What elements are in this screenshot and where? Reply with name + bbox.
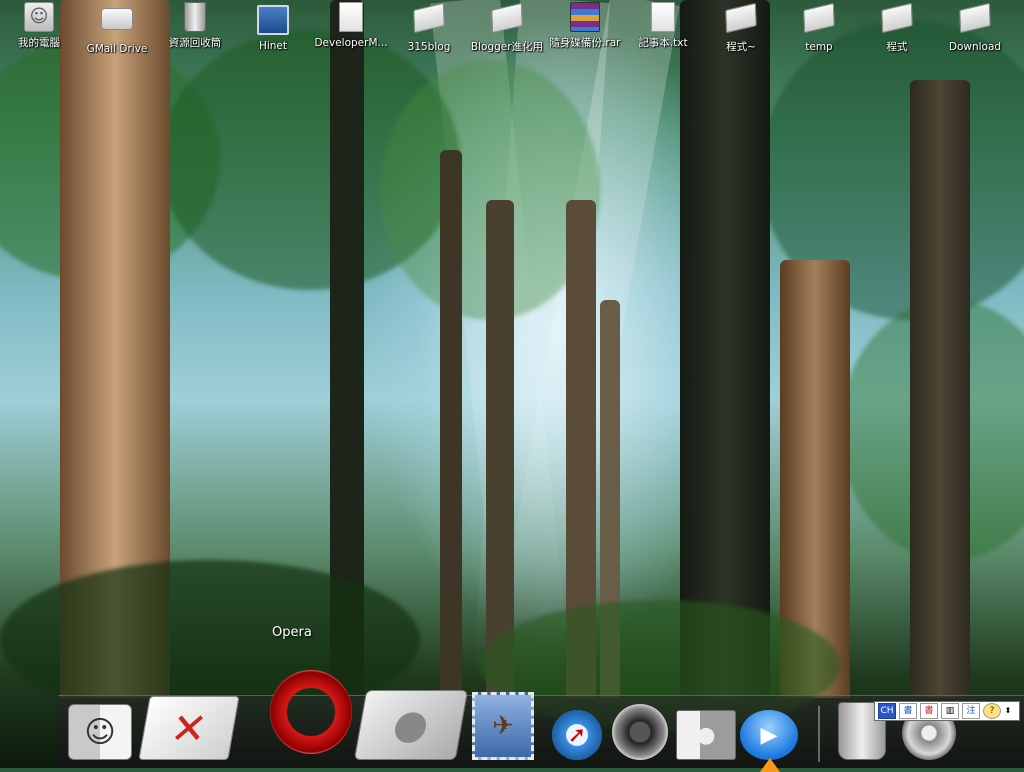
dock-item-finder[interactable]: ☺: [68, 704, 132, 760]
switch-icon: ●: [696, 722, 716, 748]
dock-item-safari[interactable]: ➚: [552, 710, 602, 760]
desktop-icon-programs[interactable]: 程式: [858, 2, 936, 53]
desktop-icon-my-computer[interactable]: ☺ 我的電腦: [0, 2, 78, 49]
desktop-icon-label: 315blog: [407, 41, 451, 53]
desktop-icon-developer[interactable]: DeveloperM...: [312, 2, 390, 49]
text-file-icon: [647, 2, 679, 34]
folder-icon: [803, 2, 835, 38]
ichat-video-icon: ▶: [760, 722, 778, 748]
script-editor-icon: ✕: [167, 703, 211, 753]
winrar-archive-icon: [569, 2, 601, 34]
dock-item-mail[interactable]: ✈: [472, 692, 534, 760]
ime-mode-button[interactable]: 書: [899, 703, 917, 719]
dock-item-opera[interactable]: [270, 670, 352, 754]
desktop-icon-label: 我的電腦: [18, 37, 60, 49]
desktop-icon-hinet[interactable]: Hinet: [234, 2, 312, 52]
desktop-icon-label: 程式: [886, 41, 908, 53]
network-icon: [257, 5, 289, 37]
desktop-icon-download[interactable]: Download: [936, 2, 1014, 53]
desktop-icon-usb-backup-rar[interactable]: 隨身碟備份.rar: [546, 2, 624, 49]
folder-icon: [725, 2, 757, 38]
desktop-icon-label: GMail Drive: [86, 43, 148, 55]
desktop-icon-programs-tilde[interactable]: 程式~: [702, 2, 780, 53]
mail-stamp-icon: ✈: [492, 711, 514, 741]
desktop-icon-gmail-drive[interactable]: GMail Drive: [78, 2, 156, 55]
desktop-icon-recycle-bin[interactable]: 資源回收筒: [156, 2, 234, 49]
finder-icon: ☺: [84, 714, 116, 750]
dock-item-apple-folder[interactable]: ●: [353, 690, 469, 760]
drive-icon: [101, 8, 133, 40]
apple-folder-icon: ●: [389, 702, 433, 748]
ime-pad-icon[interactable]: ▥: [941, 703, 959, 719]
desktop-icon-label: Blogger進化用: [470, 41, 544, 53]
dock-item-boot-camp[interactable]: ●: [676, 710, 736, 760]
desktop-icon-blogger[interactable]: Blogger進化用: [468, 2, 546, 53]
dock-separator: [818, 706, 820, 762]
folder-icon: [959, 2, 991, 38]
desktop-icon-315blog[interactable]: 315blog: [390, 2, 468, 53]
document-icon: [335, 2, 367, 34]
dock-hover-label: Opera: [272, 625, 312, 640]
ime-language-bar: CH 書 書 ▥ 注 ? ⬍: [874, 701, 1020, 721]
my-computer-icon: ☺: [23, 2, 55, 34]
dock-item-speaker[interactable]: [612, 704, 668, 760]
desktop-icon-label: 記事本.txt: [638, 37, 688, 49]
ime-phonetic-button[interactable]: 注: [962, 703, 980, 719]
desktop-icon-label: DeveloperM...: [314, 37, 388, 49]
dock-item-script-editor[interactable]: ✕: [138, 696, 240, 760]
ime-input-button[interactable]: 書: [920, 703, 938, 719]
desktop-icon-temp[interactable]: temp: [780, 2, 858, 53]
desktop-icon-notepad-txt[interactable]: 記事本.txt: [624, 2, 702, 49]
desktop-icon-label: 資源回收筒: [168, 37, 222, 49]
folder-icon: [491, 2, 523, 38]
ime-options-chevron-icon[interactable]: ⬍: [1004, 704, 1012, 718]
ime-lang-button[interactable]: CH: [878, 703, 896, 719]
running-indicator-icon: [760, 758, 780, 772]
ime-help-button[interactable]: ?: [983, 703, 1001, 719]
desktop-icon-label: temp: [805, 41, 833, 53]
desktop-icon-label: Download: [948, 41, 1002, 53]
desktop-icon-label: Hinet: [258, 40, 288, 52]
recycle-bin-icon: [179, 2, 211, 34]
folder-icon: [413, 2, 445, 38]
dock-item-ichat[interactable]: ▶: [740, 710, 798, 772]
safari-compass-icon: ➚: [567, 722, 587, 748]
folder-icon: [881, 2, 913, 38]
desktop-icon-label: 隨身碟備份.rar: [549, 37, 621, 49]
desktop-icon-label: 程式~: [726, 41, 756, 53]
